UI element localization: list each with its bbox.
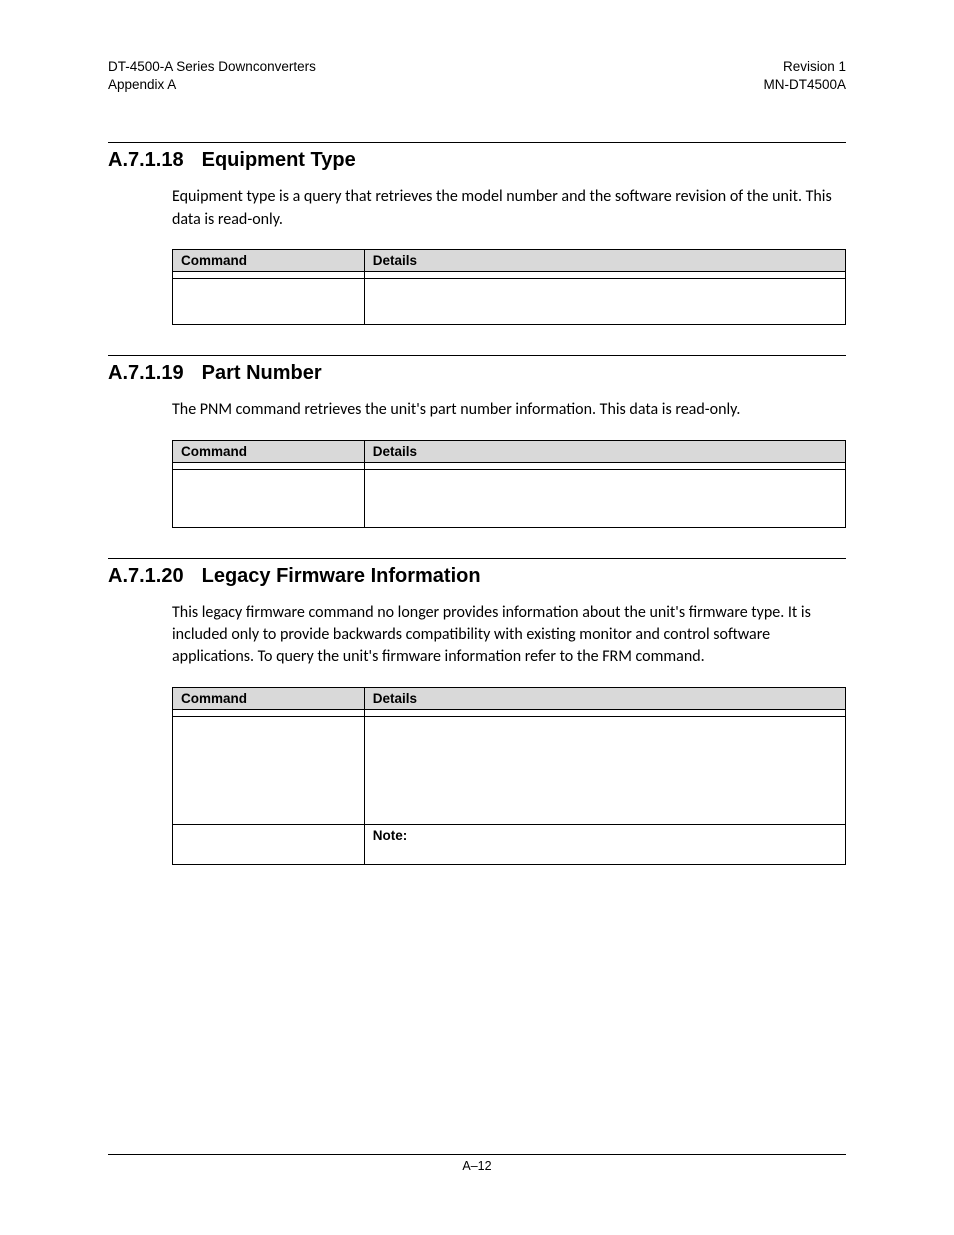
cell-command bbox=[173, 716, 365, 824]
table-header-row: Command Details bbox=[173, 440, 846, 462]
cell-details bbox=[364, 279, 845, 325]
heading-title: Legacy Firmware Information bbox=[202, 565, 481, 587]
section-rule bbox=[108, 142, 846, 143]
table-row bbox=[173, 709, 846, 716]
table-legacy-firmware: Command Details Note: bbox=[172, 687, 846, 865]
th-details: Details bbox=[364, 440, 845, 462]
header-right-line2: MN-DT4500A bbox=[763, 76, 846, 94]
table-row: Note: bbox=[173, 824, 846, 864]
heading-title: Part Number bbox=[202, 362, 322, 384]
cell-command bbox=[173, 824, 365, 864]
heading-title: Equipment Type bbox=[202, 149, 356, 171]
cell-details bbox=[364, 462, 845, 469]
heading-number: A.7.1.18 bbox=[108, 149, 184, 172]
table-part-number: Command Details bbox=[172, 440, 846, 528]
body-part-number: The PNM command retrieves the unit's par… bbox=[172, 399, 846, 421]
section-rule bbox=[108, 355, 846, 356]
header-left-line1: DT-4500-A Series Downconverters bbox=[108, 58, 316, 76]
heading-number: A.7.1.20 bbox=[108, 565, 184, 588]
table-row bbox=[173, 716, 846, 824]
table-header-row: Command Details bbox=[173, 687, 846, 709]
cell-command bbox=[173, 462, 365, 469]
header-right-line1: Revision 1 bbox=[763, 58, 846, 76]
body-equipment-type: Equipment type is a query that retrieves… bbox=[172, 186, 846, 231]
cell-command bbox=[173, 709, 365, 716]
note-label: Note: bbox=[373, 828, 408, 843]
cell-details bbox=[364, 469, 845, 527]
table-equipment-type: Command Details bbox=[172, 249, 846, 325]
heading-part-number: A.7.1.19 Part Number bbox=[108, 362, 846, 385]
page-footer: A–12 bbox=[108, 1154, 846, 1173]
header-left-line2: Appendix A bbox=[108, 76, 316, 94]
cell-command bbox=[173, 272, 365, 279]
body-legacy-firmware: This legacy firmware command no longer p… bbox=[172, 602, 846, 669]
cell-command bbox=[173, 469, 365, 527]
cell-details bbox=[364, 716, 845, 824]
table-row bbox=[173, 462, 846, 469]
heading-legacy-firmware: A.7.1.20 Legacy Firmware Information bbox=[108, 565, 846, 588]
section-rule bbox=[108, 558, 846, 559]
th-command: Command bbox=[173, 250, 365, 272]
cell-details bbox=[364, 272, 845, 279]
th-details: Details bbox=[364, 250, 845, 272]
heading-number: A.7.1.19 bbox=[108, 362, 184, 385]
th-command: Command bbox=[173, 687, 365, 709]
th-details: Details bbox=[364, 687, 845, 709]
cell-details: Note: bbox=[364, 824, 845, 864]
table-row bbox=[173, 469, 846, 527]
table-row bbox=[173, 272, 846, 279]
cell-details bbox=[364, 709, 845, 716]
table-row bbox=[173, 279, 846, 325]
page-number: A–12 bbox=[462, 1159, 491, 1173]
cell-command bbox=[173, 279, 365, 325]
table-header-row: Command Details bbox=[173, 250, 846, 272]
heading-equipment-type: A.7.1.18 Equipment Type bbox=[108, 149, 846, 172]
th-command: Command bbox=[173, 440, 365, 462]
running-header: DT-4500-A Series Downconverters Appendix… bbox=[108, 58, 846, 94]
